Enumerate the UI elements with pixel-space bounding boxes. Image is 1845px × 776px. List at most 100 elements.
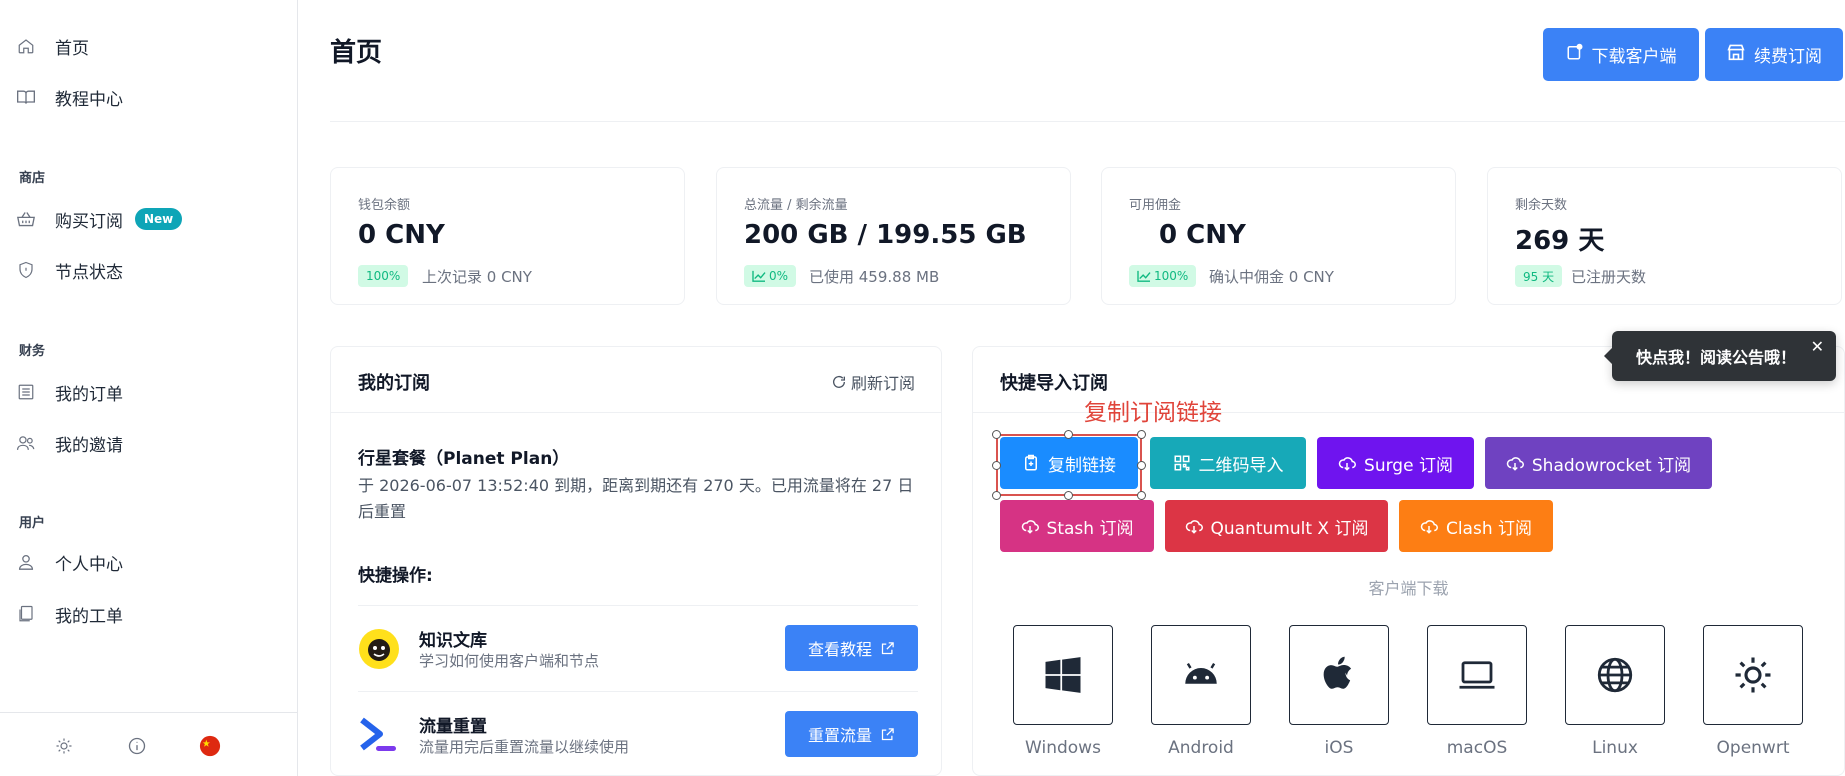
shield-icon bbox=[16, 260, 36, 280]
sidebar-item-label: 我的工单 bbox=[55, 606, 123, 627]
sidebar-item-home[interactable]: 首页 bbox=[0, 26, 298, 66]
view-tutorial-button[interactable]: 查看教程 bbox=[785, 625, 918, 671]
client-windows[interactable] bbox=[1013, 625, 1113, 725]
laptop-icon bbox=[1459, 661, 1495, 689]
external-window-icon bbox=[1566, 43, 1584, 66]
stat-note: 已注册天数 bbox=[1571, 268, 1647, 286]
announcement-toast[interactable]: 快点我！阅读公告哦！ ✕ bbox=[1604, 331, 1836, 381]
stat-chip: 0% bbox=[744, 265, 797, 287]
sidebar-item-invites[interactable]: 我的邀请 bbox=[0, 423, 298, 463]
sidebar-item-orders[interactable]: 我的订单 bbox=[0, 372, 298, 412]
sidebar: 首页 教程中心 商店 购买订阅 New 节点状态 财务 我的订单 我的邀请 用户 bbox=[0, 0, 298, 776]
subscription-title: 我的订阅 bbox=[358, 373, 430, 394]
close-icon[interactable]: ✕ bbox=[1811, 337, 1824, 356]
section-title-user: 用户 bbox=[19, 516, 46, 531]
book-icon bbox=[16, 87, 36, 107]
quick-import-title: 快捷导入订阅 bbox=[1000, 373, 1108, 394]
home-icon bbox=[16, 36, 36, 56]
knowledge-base-icon bbox=[358, 628, 400, 670]
client-macos[interactable] bbox=[1427, 625, 1527, 725]
download-client-button[interactable]: 下载客户端 bbox=[1543, 28, 1699, 81]
stat-label: 剩余天数 bbox=[1515, 198, 1568, 213]
selection-handle bbox=[1064, 491, 1073, 500]
selection-handle bbox=[1137, 491, 1146, 500]
sidebar-item-label: 个人中心 bbox=[55, 554, 123, 575]
stat-value: 269 天 bbox=[1515, 226, 1605, 256]
quantumultx-subscribe-button[interactable]: Quantumult X 订阅 bbox=[1165, 500, 1388, 552]
page-title: 首页 bbox=[330, 38, 383, 68]
trend-icon bbox=[752, 270, 766, 282]
selection-handle bbox=[1137, 461, 1146, 470]
reset-traffic-icon bbox=[358, 714, 400, 756]
quick-action-desc: 学习如何使用客户端和节点 bbox=[419, 652, 600, 670]
qrcode-import-button[interactable]: 二维码导入 bbox=[1150, 437, 1306, 489]
clash-subscribe-button[interactable]: Clash 订阅 bbox=[1399, 500, 1553, 552]
sidebar-item-node-status[interactable]: 节点状态 bbox=[0, 250, 298, 290]
sidebar-item-profile[interactable]: 个人中心 bbox=[0, 542, 298, 582]
cloud-download-icon bbox=[1338, 457, 1356, 471]
stat-card-wallet: 钱包余额 0 CNY 100% 上次记录 0 CNY bbox=[330, 167, 685, 305]
stat-value: 0 CNY bbox=[1159, 220, 1246, 250]
stat-chip: 100% bbox=[358, 265, 409, 287]
info-icon[interactable] bbox=[126, 735, 148, 757]
qrcode-icon bbox=[1174, 455, 1189, 471]
external-link-icon bbox=[881, 727, 894, 740]
sidebar-footer bbox=[0, 712, 298, 776]
selection-handle bbox=[992, 461, 1001, 470]
sidebar-item-label: 我的邀请 bbox=[55, 435, 123, 456]
sidebar-item-tickets[interactable]: 我的工单 bbox=[0, 594, 298, 634]
plan-name: 行星套餐（Planet Plan） bbox=[358, 449, 570, 469]
toast-caret bbox=[1604, 348, 1612, 364]
client-linux[interactable] bbox=[1565, 625, 1665, 725]
client-download-title: 客户端下载 bbox=[1368, 579, 1449, 598]
windows-icon bbox=[1045, 657, 1081, 693]
sun-icon[interactable] bbox=[53, 735, 75, 757]
refresh-subscription-button[interactable]: 刷新订阅 bbox=[831, 370, 915, 394]
stat-chip: 95 天 bbox=[1515, 265, 1563, 287]
stat-note: 确认中佣金 0 CNY bbox=[1209, 268, 1334, 286]
globe-icon bbox=[1597, 657, 1633, 693]
client-label: Openwrt bbox=[1716, 738, 1790, 758]
annotation-selection-box bbox=[996, 434, 1142, 496]
stat-label: 钱包余额 bbox=[358, 198, 411, 213]
cloud-download-icon bbox=[1506, 457, 1524, 471]
client-ios[interactable] bbox=[1289, 625, 1389, 725]
selection-handle bbox=[992, 491, 1001, 500]
surge-subscribe-button[interactable]: Surge 订阅 bbox=[1317, 437, 1474, 489]
cloud-download-icon bbox=[1185, 520, 1203, 534]
reset-traffic-button[interactable]: 重置流量 bbox=[785, 711, 918, 757]
stat-card-days: 剩余天数 269 天 95 天 已注册天数 bbox=[1487, 167, 1842, 305]
stat-label: 可用佣金 bbox=[1129, 198, 1182, 213]
section-title-shop: 商店 bbox=[19, 171, 46, 186]
renew-label: 续费订阅 bbox=[1754, 47, 1822, 67]
users-icon bbox=[16, 433, 36, 453]
trend-icon bbox=[1137, 270, 1151, 282]
quick-action-knowledge: 知识文库 学习如何使用客户端和节点 查看教程 bbox=[358, 605, 918, 691]
stat-label: 总流量 / 剩余流量 bbox=[744, 198, 848, 213]
quick-action-title: 流量重置 bbox=[419, 717, 487, 737]
toast-text: 快点我！阅读公告哦！ bbox=[1636, 348, 1797, 367]
client-openwrt[interactable] bbox=[1703, 625, 1803, 725]
shadowrocket-subscribe-button[interactable]: Shadowrocket 订阅 bbox=[1485, 437, 1712, 489]
client-android[interactable] bbox=[1151, 625, 1251, 725]
store-icon bbox=[1726, 43, 1746, 66]
apple-icon bbox=[1323, 656, 1352, 689]
sidebar-item-label: 首页 bbox=[55, 38, 89, 59]
stat-value: 200 GB / 199.55 GB bbox=[744, 220, 1027, 250]
stat-chip: 100% bbox=[1129, 265, 1197, 287]
stat-note: 已使用 459.88 MB bbox=[809, 268, 940, 286]
subscription-card-header: 我的订阅 刷新订阅 bbox=[331, 347, 941, 413]
selection-handle bbox=[1137, 430, 1146, 439]
annotation-label: 复制订阅链接 bbox=[1084, 400, 1222, 426]
sidebar-item-buy-subscription[interactable]: 购买订阅 New bbox=[0, 199, 298, 239]
sidebar-item-label: 购买订阅 bbox=[55, 211, 123, 232]
china-flag-icon[interactable] bbox=[199, 735, 221, 757]
android-icon bbox=[1185, 662, 1217, 684]
renew-subscription-button[interactable]: 续费订阅 bbox=[1705, 28, 1843, 81]
client-label: Android bbox=[1168, 738, 1234, 758]
section-title-finance: 财务 bbox=[19, 344, 46, 359]
stat-note: 上次记录 0 CNY bbox=[422, 268, 532, 286]
sidebar-item-tutorials[interactable]: 教程中心 bbox=[0, 77, 298, 117]
stash-subscribe-button[interactable]: Stash 订阅 bbox=[1000, 500, 1154, 552]
ticket-icon bbox=[16, 604, 36, 624]
